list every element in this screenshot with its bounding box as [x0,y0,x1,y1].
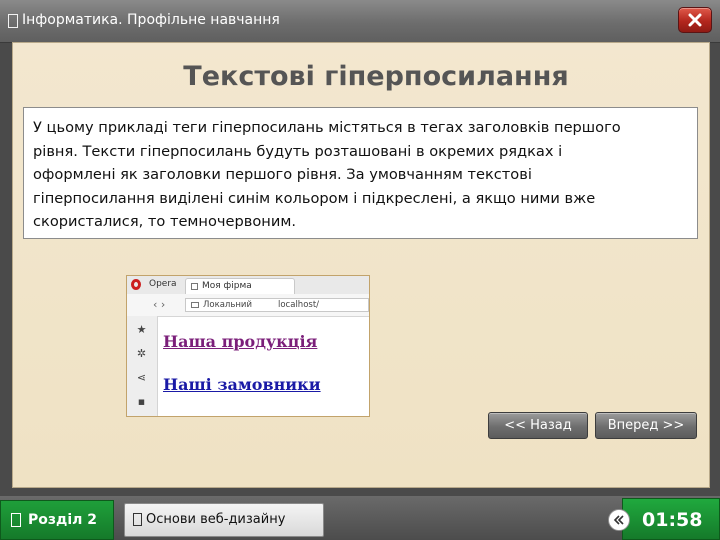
page-icon [191,283,198,290]
topic-label: Основи веб-дизайну [146,512,286,527]
visited-link: Наша продукція [163,332,318,351]
document-icon [8,14,18,28]
timer-display: 01:58 [642,509,703,531]
paragraph-line: рівня. Тексти гіперпосилань будуть розта… [33,142,563,160]
window-title: Інформатика. Профільне навчання [22,12,280,28]
paragraph-line: оформлені як заголовки першого рівня. За… [33,166,532,183]
back-button[interactable]: << Назад [488,412,588,439]
paragraph-line: скористалися, то темночервоним. [33,213,296,230]
document-icon [133,513,142,526]
gear-icon: ✲ [136,347,147,360]
slide-text-box: У цьому прикладі теги гіперпосилань міст… [23,107,698,239]
app-window: Інформатика. Профільне навчання Текстові… [0,0,720,540]
browser-tab: Моя фірма [185,278,295,294]
timer-toggle-icon [613,515,624,525]
topic-button[interactable]: Основи веб-дизайну [124,503,324,537]
title-bar: Інформатика. Профільне навчання [0,0,720,43]
browser-nav-arrows-icon: ‹ › [153,298,166,311]
browser-sidebar: ★ ✲ ⋖ ▪ [127,316,158,416]
unvisited-link: Наші замовники [163,375,321,394]
address-host: localhost/ [278,300,320,310]
browser-address-row: ‹ › Локальний localhost/ [127,294,369,317]
close-button[interactable] [678,7,712,33]
timer-toggle-button[interactable] [608,509,630,531]
browser-tab-title: Моя фірма [202,281,252,291]
opera-logo-icon [131,279,141,290]
address-prefix: Локальний [203,300,252,310]
star-icon: ★ [136,323,147,336]
browser-tab-strip: Opera Моя фірма [127,276,369,295]
monitor-icon [191,302,199,308]
forward-button[interactable]: Вперед >> [595,412,697,439]
bookmark-icon: ▪ [137,395,146,408]
section-label: Розділ 2 [28,512,97,528]
paragraph-line: У цьому прикладі теги гіперпосилань міст… [33,119,621,136]
document-icon [11,513,21,527]
browser-screenshot: Opera Моя фірма ‹ › Локальний localhost/… [126,275,370,417]
section-button[interactable]: Розділ 2 [0,500,114,540]
close-icon [688,13,702,27]
share-icon: ⋖ [136,371,147,384]
browser-address-bar: Локальний localhost/ [185,298,369,312]
browser-app-label: Opera [149,279,177,289]
slide-title: Текстові гіперпосилання [183,61,569,92]
paragraph-line: гіперпосилання виділені синім кольором і… [33,189,596,207]
